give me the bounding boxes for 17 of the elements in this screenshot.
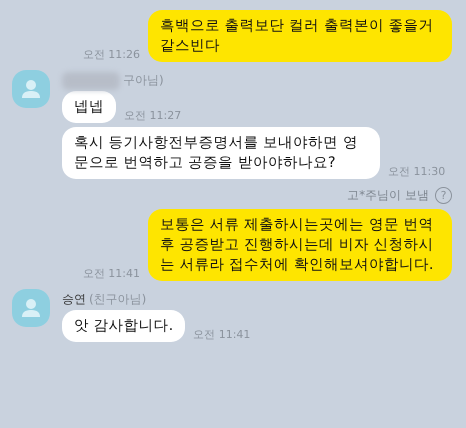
avatar-icon[interactable] [12, 289, 50, 327]
avatar-icon[interactable] [12, 70, 50, 108]
message-time: 오전 11:30 [388, 164, 446, 179]
sender-note: (친구아님) [89, 291, 146, 308]
sender-notice: 고*주님이 보냄 [347, 187, 429, 204]
received-message-bubble: 넵넵 [62, 91, 116, 123]
sent-message-bubble: 흑백으로 출력보단 컬러 출력본이 좋을거 같스빈다 [148, 10, 452, 62]
message-time: 오전 11:26 [82, 47, 140, 62]
sender-note: 구아님) [123, 72, 164, 89]
message-time: 오전 11:27 [124, 108, 182, 123]
received-message-bubble: 앗 감사합니다. [62, 310, 186, 342]
sender-name: 승연 [62, 291, 86, 308]
received-message-bubble: 혹시 등기사항전부증명서를 보내야하면 영문으로 번역하고 공증을 받아야하나요? [62, 127, 380, 179]
sent-message-bubble: 보통은 서류 제출하시는곳에는 영문 번역 후 공증받고 진행하시는데 비자 신청하시는 서류라 접수처에 확인해보셔야합니다. [148, 209, 452, 281]
message-time: 오전 11:41 [193, 327, 250, 342]
help-icon[interactable]: ? [435, 187, 452, 204]
message-time: 오전 11:41 [82, 266, 140, 281]
